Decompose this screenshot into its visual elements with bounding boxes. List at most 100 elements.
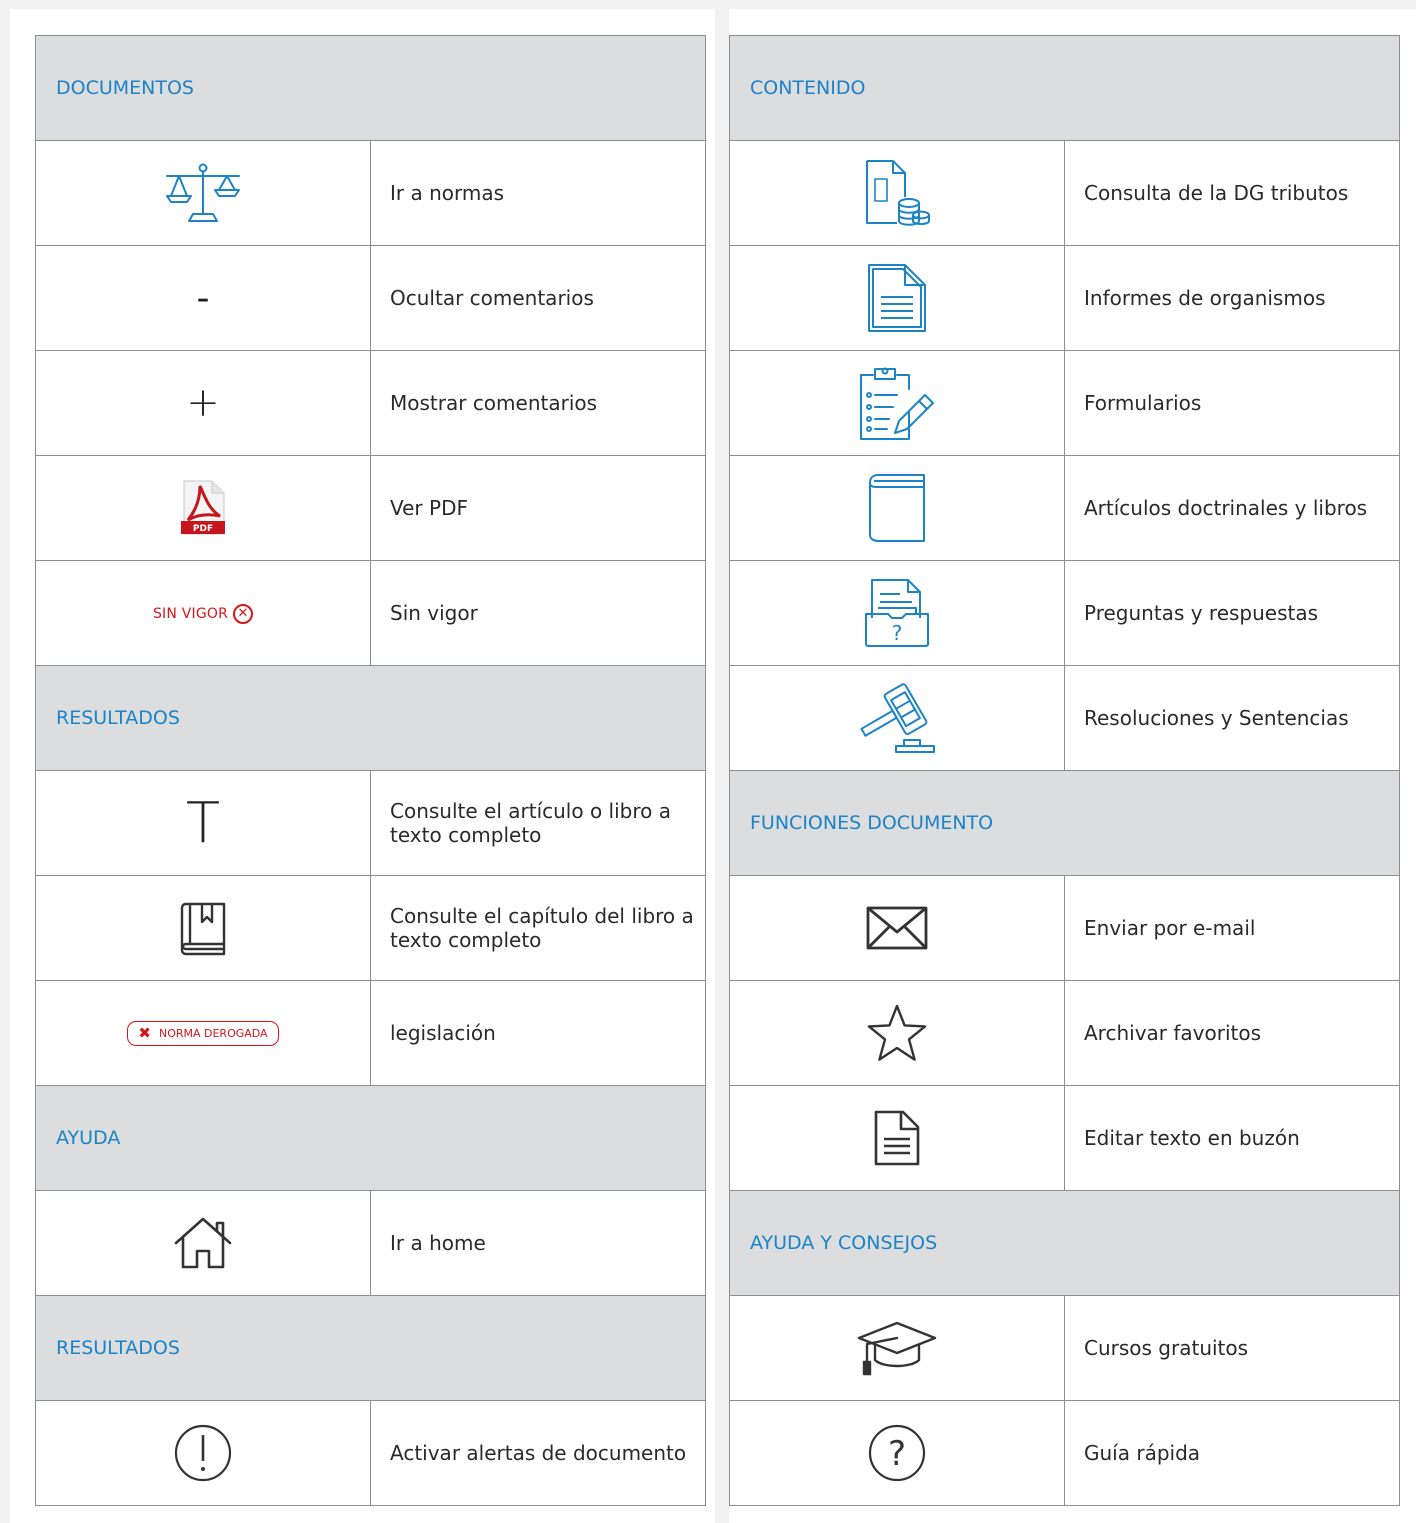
section-header-ayuda-y-consejos: AYUDA Y CONSEJOS (729, 1190, 1400, 1296)
legend-row: Consulta de la DG tributos (729, 140, 1400, 246)
legend-row: Consulte el capítulo del libro a texto c… (35, 875, 706, 981)
section-header-funciones-documento: FUNCIONES DOCUMENTO (729, 770, 1400, 876)
row-label: Preguntas y respuestas (1064, 560, 1400, 666)
icon-cell: - (35, 245, 371, 351)
row-label: Consulte el capítulo del libro a texto c… (370, 875, 706, 981)
legend-row: + Mostrar comentarios (35, 350, 706, 456)
legend-row: Activar alertas de documento (35, 1400, 706, 1506)
row-label: Informes de organismos (1064, 245, 1400, 351)
icon-cell: T (35, 770, 371, 876)
scales-icon (166, 163, 240, 222)
legend-row: PDF Ver PDF (35, 455, 706, 561)
icon-cell (35, 875, 371, 981)
document-question-icon: ? (865, 579, 929, 647)
row-label: legislación (370, 980, 706, 1086)
icon-cell (35, 1190, 371, 1296)
legend-row: Archivar favoritos (729, 980, 1400, 1086)
legend-row: Ir a home (35, 1190, 706, 1296)
minus-icon: - (196, 277, 210, 319)
document-edit-icon (874, 1110, 920, 1166)
icon-cell: + (35, 350, 371, 456)
row-label: Editar texto en buzón (1064, 1085, 1400, 1191)
row-label: Cursos gratuitos (1064, 1295, 1400, 1401)
section-header-contenido: CONTENIDO (729, 35, 1400, 141)
row-label: Ir a normas (370, 140, 706, 246)
icon-cell (729, 140, 1065, 246)
legend-row: ? Preguntas y respuestas (729, 560, 1400, 666)
section-header-row: AYUDA (35, 1085, 706, 1191)
section-header-row: FUNCIONES DOCUMENTO (729, 770, 1400, 876)
legend-row: Formularios (729, 350, 1400, 456)
gavel-icon (860, 683, 935, 753)
legend-row: SIN VIGOR ✕ Sin vigor (35, 560, 706, 666)
norma-derogada-badge: ✖ NORMA DEROGADA (127, 1020, 279, 1046)
clipboard-pencil-icon (860, 367, 934, 440)
icon-cell: ? (729, 1400, 1065, 1506)
star-icon (867, 1004, 927, 1061)
icon-cell (729, 1295, 1065, 1401)
section-header-resultados: RESULTADOS (35, 665, 706, 771)
icon-cell (35, 140, 371, 246)
icon-cell (729, 980, 1065, 1086)
book-bookmark-icon (180, 902, 226, 956)
question-mark-glyph: ? (888, 1434, 906, 1474)
row-label: Consulte el artículo o libro a texto com… (370, 770, 706, 876)
row-label: Consulta de la DG tributos (1064, 140, 1400, 246)
row-label: Activar alertas de documento (370, 1400, 706, 1506)
document-lines-icon (868, 264, 926, 332)
question-circle-icon: ? (868, 1424, 926, 1482)
icon-cell (35, 1400, 371, 1506)
legend-row: ✖ NORMA DEROGADA legislación (35, 980, 706, 1086)
legend-row: Resoluciones y Sentencias (729, 665, 1400, 771)
closed-book-icon (869, 474, 925, 542)
section-header-row: CONTENIDO (729, 35, 1400, 141)
section-header-ayuda: AYUDA (35, 1085, 706, 1191)
row-label: Formularios (1064, 350, 1400, 456)
sin-vigor-badge: SIN VIGOR ✕ (152, 603, 254, 624)
icon-cell (729, 350, 1065, 456)
icon-cell: PDF (35, 455, 371, 561)
icon-cell (729, 245, 1065, 351)
row-label: Ir a home (370, 1190, 706, 1296)
norma-derogada-badge-text: NORMA DEROGADA (158, 1026, 268, 1040)
section-header-documentos: DOCUMENTOS (35, 35, 706, 141)
icon-cell: ? (729, 560, 1065, 666)
section-header-row: RESULTADOS (35, 665, 706, 771)
row-label: Resoluciones y Sentencias (1064, 665, 1400, 771)
legend-row: T Consulte el artículo o libro a texto c… (35, 770, 706, 876)
row-label: Guía rápida (1064, 1400, 1400, 1506)
alert-circle-icon (174, 1424, 232, 1482)
row-label: Ocultar comentarios (370, 245, 706, 351)
close-x-icon: ✖ (138, 1023, 151, 1042)
close-circle-icon: ✕ (233, 603, 254, 624)
row-label: Sin vigor (370, 560, 706, 666)
home-icon (174, 1217, 232, 1269)
envelope-icon (866, 906, 928, 950)
section-header-row: RESULTADOS (35, 1295, 706, 1401)
section-header-resultados: RESULTADOS (35, 1295, 706, 1401)
row-label: Archivar favoritos (1064, 980, 1400, 1086)
pdf-icon-label: PDF (193, 524, 213, 534)
legend-row: Artículos doctrinales y libros (729, 455, 1400, 561)
sin-vigor-badge-text: SIN VIGOR (152, 605, 229, 622)
legend-row: Enviar por e-mail (729, 875, 1400, 981)
legend-row: ? Guía rápida (729, 1400, 1400, 1506)
row-label: Enviar por e-mail (1064, 875, 1400, 981)
question-mark-glyph: ? (892, 621, 903, 645)
legend-row: Ir a normas (35, 140, 706, 246)
legend-row: Cursos gratuitos (729, 1295, 1400, 1401)
pdf-icon: PDF (181, 480, 225, 535)
legend-table-left: DOCUMENTOS Ir a normas - Ocultar comenta… (35, 35, 706, 1506)
row-label: Ver PDF (370, 455, 706, 561)
legend-row: Editar texto en buzón (729, 1085, 1400, 1191)
icon-cell (729, 455, 1065, 561)
icon-cell (729, 665, 1065, 771)
icon-cell (729, 875, 1065, 981)
section-header-row: AYUDA Y CONSEJOS (729, 1190, 1400, 1296)
legend-row: Informes de organismos (729, 245, 1400, 351)
section-header-row: DOCUMENTOS (35, 35, 706, 141)
plus-icon: + (186, 380, 220, 426)
legend-row: - Ocultar comentarios (35, 245, 706, 351)
row-label: Artículos doctrinales y libros (1064, 455, 1400, 561)
icon-cell: SIN VIGOR ✕ (35, 560, 371, 666)
